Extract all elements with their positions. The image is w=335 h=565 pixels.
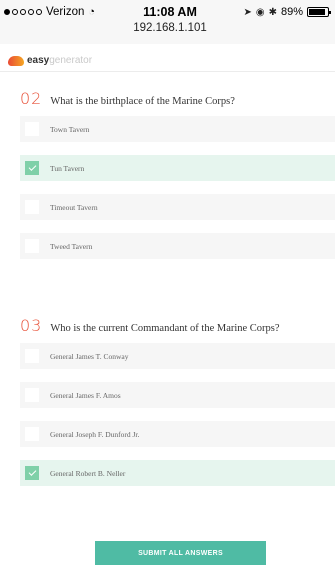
answer-option[interactable]: General James T. Conway	[20, 343, 335, 369]
checkbox[interactable]	[25, 427, 39, 441]
answer-label: General James F. Amos	[50, 390, 121, 400]
answer-label: Town Tavern	[50, 124, 90, 134]
easygenerator-logo-icon	[8, 55, 24, 66]
carrier-info: Verizon ◔	[4, 6, 95, 18]
checkbox[interactable]	[25, 239, 39, 253]
status-time: 11:08 AM	[143, 5, 197, 19]
carrier-name: Verizon	[46, 6, 85, 18]
wifi-icon: ◔	[88, 6, 96, 18]
battery-icon	[307, 7, 331, 17]
answer-label: Timeout Tavern	[50, 202, 98, 212]
checkbox[interactable]	[25, 122, 39, 136]
status-indicators: ➤ ◉ ✱ 89%	[243, 6, 331, 18]
checkbox[interactable]	[25, 388, 39, 402]
checkmark-icon	[28, 468, 36, 476]
answer-label: General James T. Conway	[50, 351, 129, 361]
battery-percent: 89%	[280, 6, 303, 18]
checkbox-checked[interactable]	[25, 161, 39, 175]
question-header: 02 What is the birthplace of the Marine …	[20, 89, 235, 108]
answer-option-selected[interactable]: Tun Tavern	[20, 155, 335, 181]
question-number: 03	[20, 316, 43, 335]
answer-label: General Robert B. Neller	[50, 468, 126, 478]
answer-label: Tun Tavern	[50, 163, 85, 173]
status-bar: Verizon ◔ 11:08 AM 192.168.1.101 ➤ ◉ ✱ 8…	[0, 0, 335, 44]
location-arrow-icon: ➤	[243, 6, 252, 18]
checkbox[interactable]	[25, 349, 39, 363]
answer-label: General Joseph F. Dunford Jr.	[50, 429, 140, 439]
answer-option[interactable]: Tweed Tavern	[20, 233, 335, 259]
question-text: Who is the current Commandant of the Mar…	[50, 323, 280, 334]
submit-all-answers-button[interactable]: SUBMIT ALL ANSWERS	[95, 541, 266, 565]
checkbox-checked[interactable]	[25, 466, 39, 480]
question-text: What is the birthplace of the Marine Cor…	[50, 96, 235, 107]
answer-label: Tweed Tavern	[50, 241, 93, 251]
submit-button-label: SUBMIT ALL ANSWERS	[138, 549, 223, 557]
answer-option[interactable]: Timeout Tavern	[20, 194, 335, 220]
answer-option[interactable]: General Joseph F. Dunford Jr.	[20, 421, 335, 447]
bluetooth-icon: ✱	[268, 6, 277, 18]
battery-fill	[309, 9, 326, 15]
signal-strength-icon	[4, 9, 42, 15]
alarm-icon: ◉	[255, 6, 265, 18]
checkmark-icon	[28, 163, 36, 171]
answer-option[interactable]: General James F. Amos	[20, 382, 335, 408]
checkbox[interactable]	[25, 200, 39, 214]
app-header: easy generator	[0, 50, 335, 72]
answer-option[interactable]: Town Tavern	[20, 116, 335, 142]
logo-text-easy: easy	[27, 55, 50, 66]
question-header: 03 Who is the current Commandant of the …	[20, 316, 280, 335]
address-bar-url[interactable]: 192.168.1.101	[110, 22, 230, 34]
question-number: 02	[20, 89, 43, 108]
logo-text-generator: generator	[49, 55, 93, 66]
answer-option-selected[interactable]: General Robert B. Neller	[20, 460, 335, 486]
